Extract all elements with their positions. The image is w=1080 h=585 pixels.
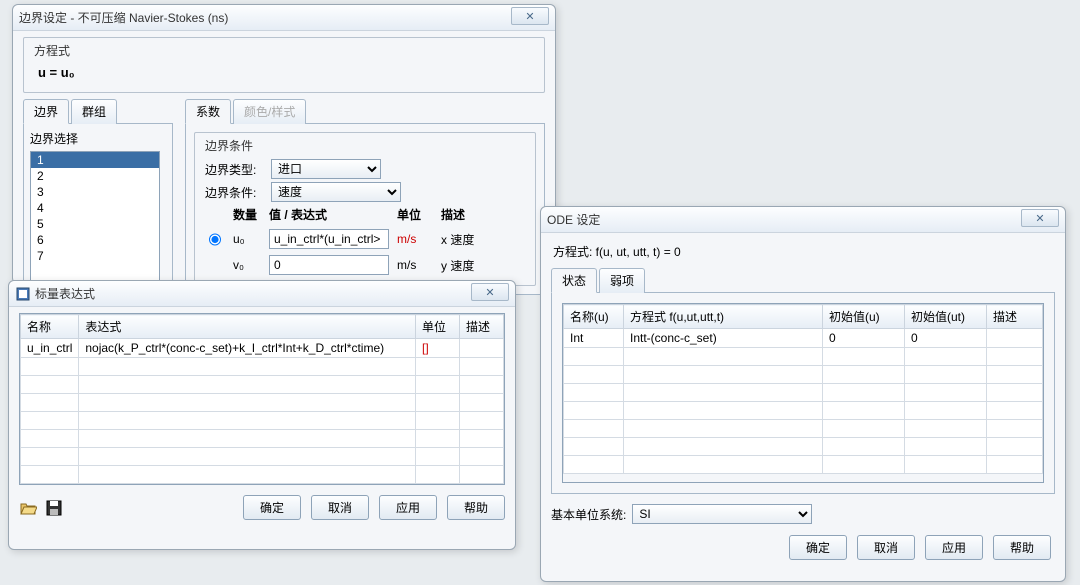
col-qty: 数量: [233, 206, 261, 223]
cell-expr[interactable]: nojac(k_P_ctrl*(conc-c_set)+k_I_ctrl*Int…: [79, 339, 416, 358]
close-icon[interactable]: ✕: [1021, 209, 1059, 227]
ode-title: ODE 设定: [547, 211, 600, 228]
boundary-listbox[interactable]: 1 2 3 4 5 6 7: [30, 151, 160, 281]
tab-weak[interactable]: 弱项: [599, 268, 645, 293]
boundary-type-label: 边界类型:: [205, 161, 265, 178]
cell-desc[interactable]: [987, 329, 1043, 348]
col-name[interactable]: 名称: [21, 315, 79, 339]
col-val: 值 / 表达式: [269, 206, 389, 223]
basis-select[interactable]: SI: [632, 504, 812, 524]
cancel-button[interactable]: 取消: [311, 495, 369, 520]
cell-init-u[interactable]: 0: [823, 329, 905, 348]
cell-desc[interactable]: [460, 339, 504, 358]
list-item[interactable]: 3: [31, 184, 159, 200]
v0-input[interactable]: [269, 255, 389, 275]
col-expr[interactable]: 表达式: [79, 315, 416, 339]
equation-group: 方程式 u = u₀: [23, 37, 545, 93]
app-icon: [15, 286, 31, 302]
list-item[interactable]: 7: [31, 248, 159, 264]
scalar-title: 标量表达式: [35, 285, 95, 302]
u0-unit: m/s: [397, 232, 433, 246]
ode-titlebar[interactable]: ODE 设定 ✕: [541, 207, 1065, 233]
u0-radio[interactable]: [209, 233, 221, 246]
help-button[interactable]: 帮助: [447, 495, 505, 520]
open-icon[interactable]: [19, 499, 37, 517]
table-row[interactable]: [564, 456, 1043, 474]
v0-desc: y 速度: [441, 257, 501, 274]
tab-boundary[interactable]: 边界: [23, 99, 69, 124]
ode-settings-window: ODE 设定 ✕ 方程式: f(u, ut, utt, t) = 0 状态 弱项…: [540, 206, 1066, 582]
help-button[interactable]: 帮助: [993, 535, 1051, 560]
table-row[interactable]: [564, 366, 1043, 384]
boundary-settings-window: 边界设定 - 不可压缩 Navier-Stokes (ns) ✕ 方程式 u =…: [12, 4, 556, 284]
cell-eq[interactable]: Intt-(conc-c_set): [624, 329, 823, 348]
tab-state[interactable]: 状态: [551, 268, 597, 293]
boundary-cond-group-label: 边界条件: [201, 137, 257, 154]
col-desc[interactable]: 描述: [987, 305, 1043, 329]
col-unit: 单位: [397, 206, 433, 223]
u0-symbol: u₀: [233, 232, 261, 246]
equation-text: u = u₀: [34, 61, 534, 82]
ode-table[interactable]: 名称(u) 方程式 f(u,ut,utt,t) 初始值(u) 初始值(ut) 描…: [562, 303, 1044, 483]
col-init-ut[interactable]: 初始值(ut): [905, 305, 987, 329]
boundary-cond-label: 边界条件:: [205, 184, 265, 201]
list-item[interactable]: 4: [31, 200, 159, 216]
table-row[interactable]: Int Intt-(conc-c_set) 0 0: [564, 329, 1043, 348]
save-icon[interactable]: [45, 499, 63, 517]
list-item[interactable]: 2: [31, 168, 159, 184]
table-row[interactable]: [21, 466, 504, 484]
cell-name[interactable]: Int: [564, 329, 624, 348]
col-eq[interactable]: 方程式 f(u,ut,utt,t): [624, 305, 823, 329]
col-init-u[interactable]: 初始值(u): [823, 305, 905, 329]
col-desc: 描述: [441, 206, 501, 223]
u0-desc: x 速度: [441, 231, 501, 248]
cell-unit[interactable]: []: [416, 339, 460, 358]
table-row[interactable]: [21, 376, 504, 394]
ok-button[interactable]: 确定: [243, 495, 301, 520]
boundary-type-select[interactable]: 进口: [271, 159, 381, 179]
ode-equation-label: 方程式: f(u, ut, utt, t) = 0: [551, 239, 1055, 268]
apply-button[interactable]: 应用: [925, 535, 983, 560]
equation-group-label: 方程式: [30, 42, 74, 59]
tab-group[interactable]: 群组: [71, 99, 117, 124]
table-row[interactable]: [564, 420, 1043, 438]
cell-name[interactable]: u_in_ctrl: [21, 339, 79, 358]
basis-label: 基本单位系统:: [551, 506, 626, 523]
tab-coef[interactable]: 系数: [185, 99, 231, 124]
scalar-expression-window: 标量表达式 ✕ 名称 表达式 单位 描述 u_in_ctrl nojac(k_P…: [8, 280, 516, 550]
scalar-titlebar[interactable]: 标量表达式 ✕: [9, 281, 515, 307]
col-unit[interactable]: 单位: [416, 315, 460, 339]
col-desc[interactable]: 描述: [460, 315, 504, 339]
list-item[interactable]: 6: [31, 232, 159, 248]
table-row[interactable]: [21, 358, 504, 376]
boundary-title: 边界设定 - 不可压缩 Navier-Stokes (ns): [19, 9, 228, 26]
list-item[interactable]: 1: [31, 152, 159, 168]
table-row[interactable]: u_in_ctrl nojac(k_P_ctrl*(conc-c_set)+k_…: [21, 339, 504, 358]
tab-color: 颜色/样式: [233, 99, 306, 124]
ok-button[interactable]: 确定: [789, 535, 847, 560]
list-item[interactable]: 5: [31, 216, 159, 232]
u0-input[interactable]: [269, 229, 389, 249]
close-icon[interactable]: ✕: [511, 7, 549, 25]
table-row[interactable]: [21, 430, 504, 448]
table-row[interactable]: [21, 412, 504, 430]
table-row[interactable]: [564, 438, 1043, 456]
table-row[interactable]: [21, 448, 504, 466]
boundary-titlebar[interactable]: 边界设定 - 不可压缩 Navier-Stokes (ns) ✕: [13, 5, 555, 31]
table-row[interactable]: [564, 384, 1043, 402]
col-name-u[interactable]: 名称(u): [564, 305, 624, 329]
close-icon[interactable]: ✕: [471, 283, 509, 301]
table-row[interactable]: [564, 348, 1043, 366]
cell-init-ut[interactable]: 0: [905, 329, 987, 348]
scalar-table[interactable]: 名称 表达式 单位 描述 u_in_ctrl nojac(k_P_ctrl*(c…: [19, 313, 505, 485]
apply-button[interactable]: 应用: [379, 495, 437, 520]
table-row[interactable]: [21, 394, 504, 412]
boundary-select-label: 边界选择: [30, 130, 166, 147]
boundary-cond-select[interactable]: 速度: [271, 182, 401, 202]
v0-symbol: v₀: [233, 258, 261, 272]
v0-unit: m/s: [397, 258, 433, 272]
table-row[interactable]: [564, 402, 1043, 420]
cancel-button[interactable]: 取消: [857, 535, 915, 560]
